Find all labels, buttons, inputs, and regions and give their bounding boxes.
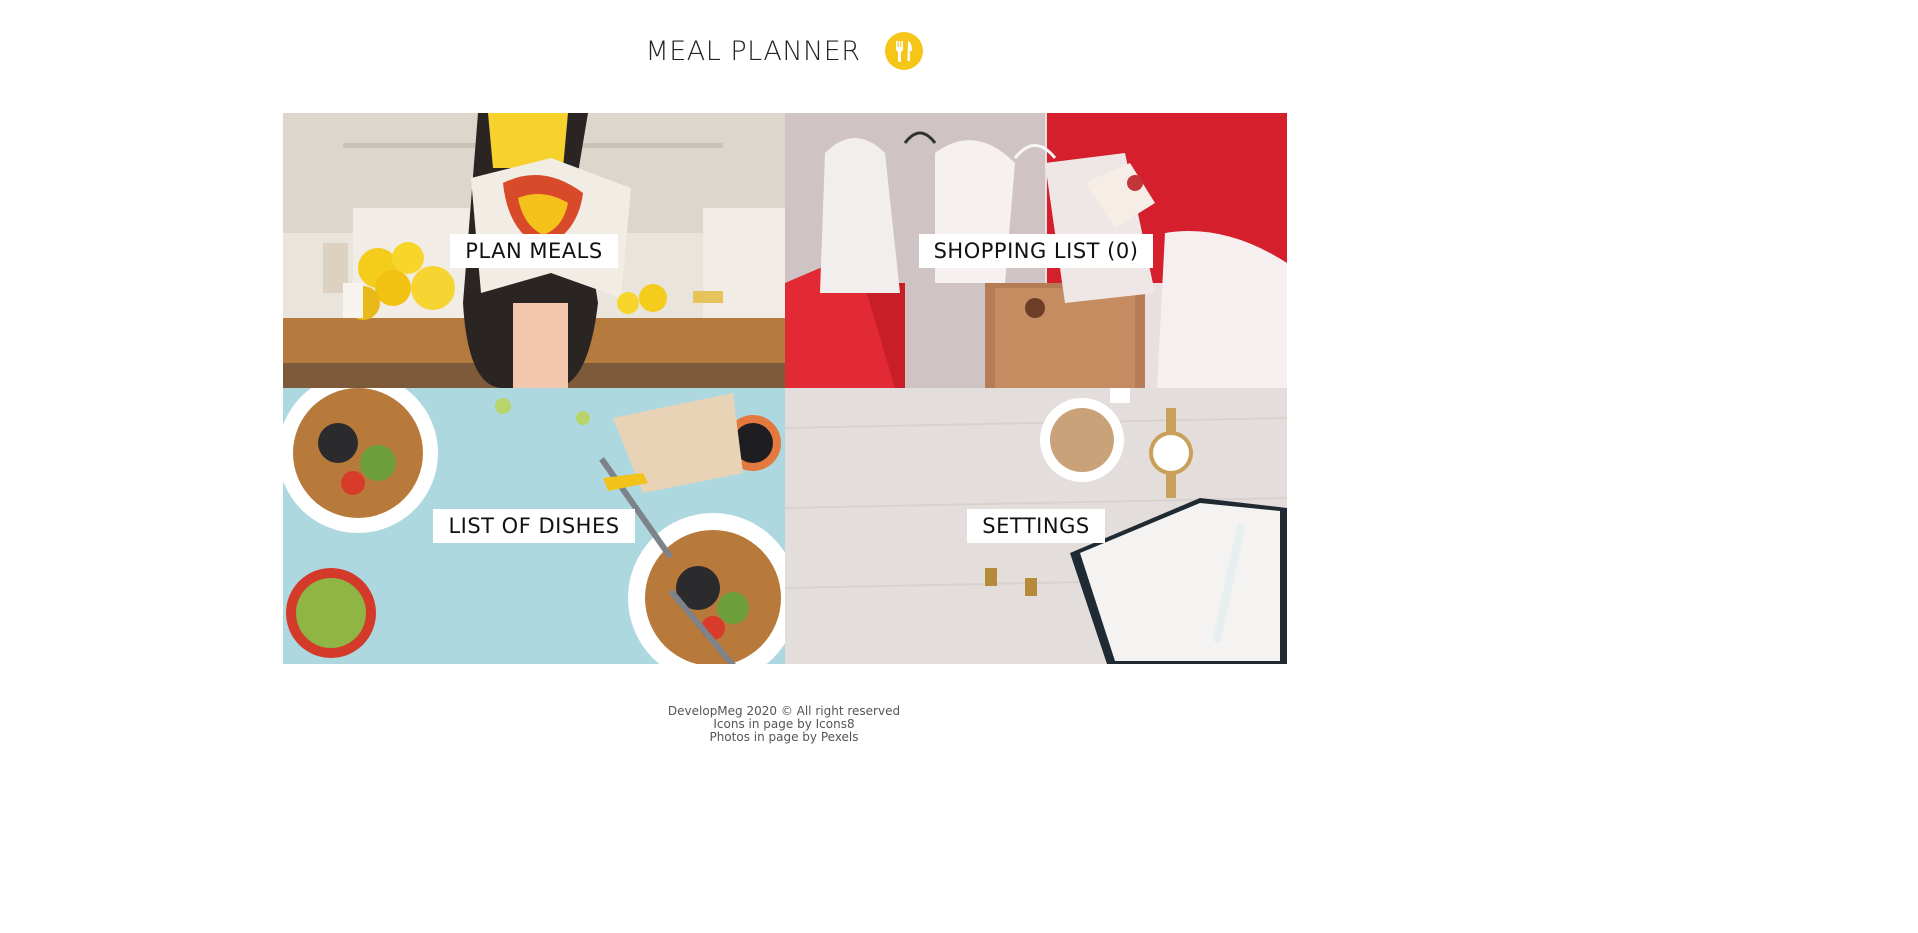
settings-tile[interactable]: SETTINGS [785,388,1287,664]
shopping-list-label: SHOPPING LIST (0) [918,233,1154,268]
photos-credit-text: Photos in page by Pexels [709,730,859,744]
settings-label: SETTINGS [967,509,1105,543]
page-title: MEAL PLANNER [645,35,861,67]
plan-meals-label: PLAN MEALS [450,233,618,268]
list-of-dishes-label: LIST OF DISHES [433,509,635,543]
shopping-list-tile[interactable]: SHOPPING LIST (0) [785,113,1287,388]
page: MEAL PLANNER PLAN MEALS SHOPPING LIST (0… [0,0,1918,933]
header: MEAL PLANNER [0,22,1568,80]
plan-meals-tile[interactable]: PLAN MEALS [283,113,785,388]
fork-knife-icon [884,32,923,70]
menu-grid: PLAN MEALS SHOPPING LIST (0) LIST OF DIS… [283,113,1287,664]
list-of-dishes-tile[interactable]: LIST OF DISHES [283,388,785,664]
footer: DevelopMeg 2020 © All right reserved Ico… [0,705,1568,744]
